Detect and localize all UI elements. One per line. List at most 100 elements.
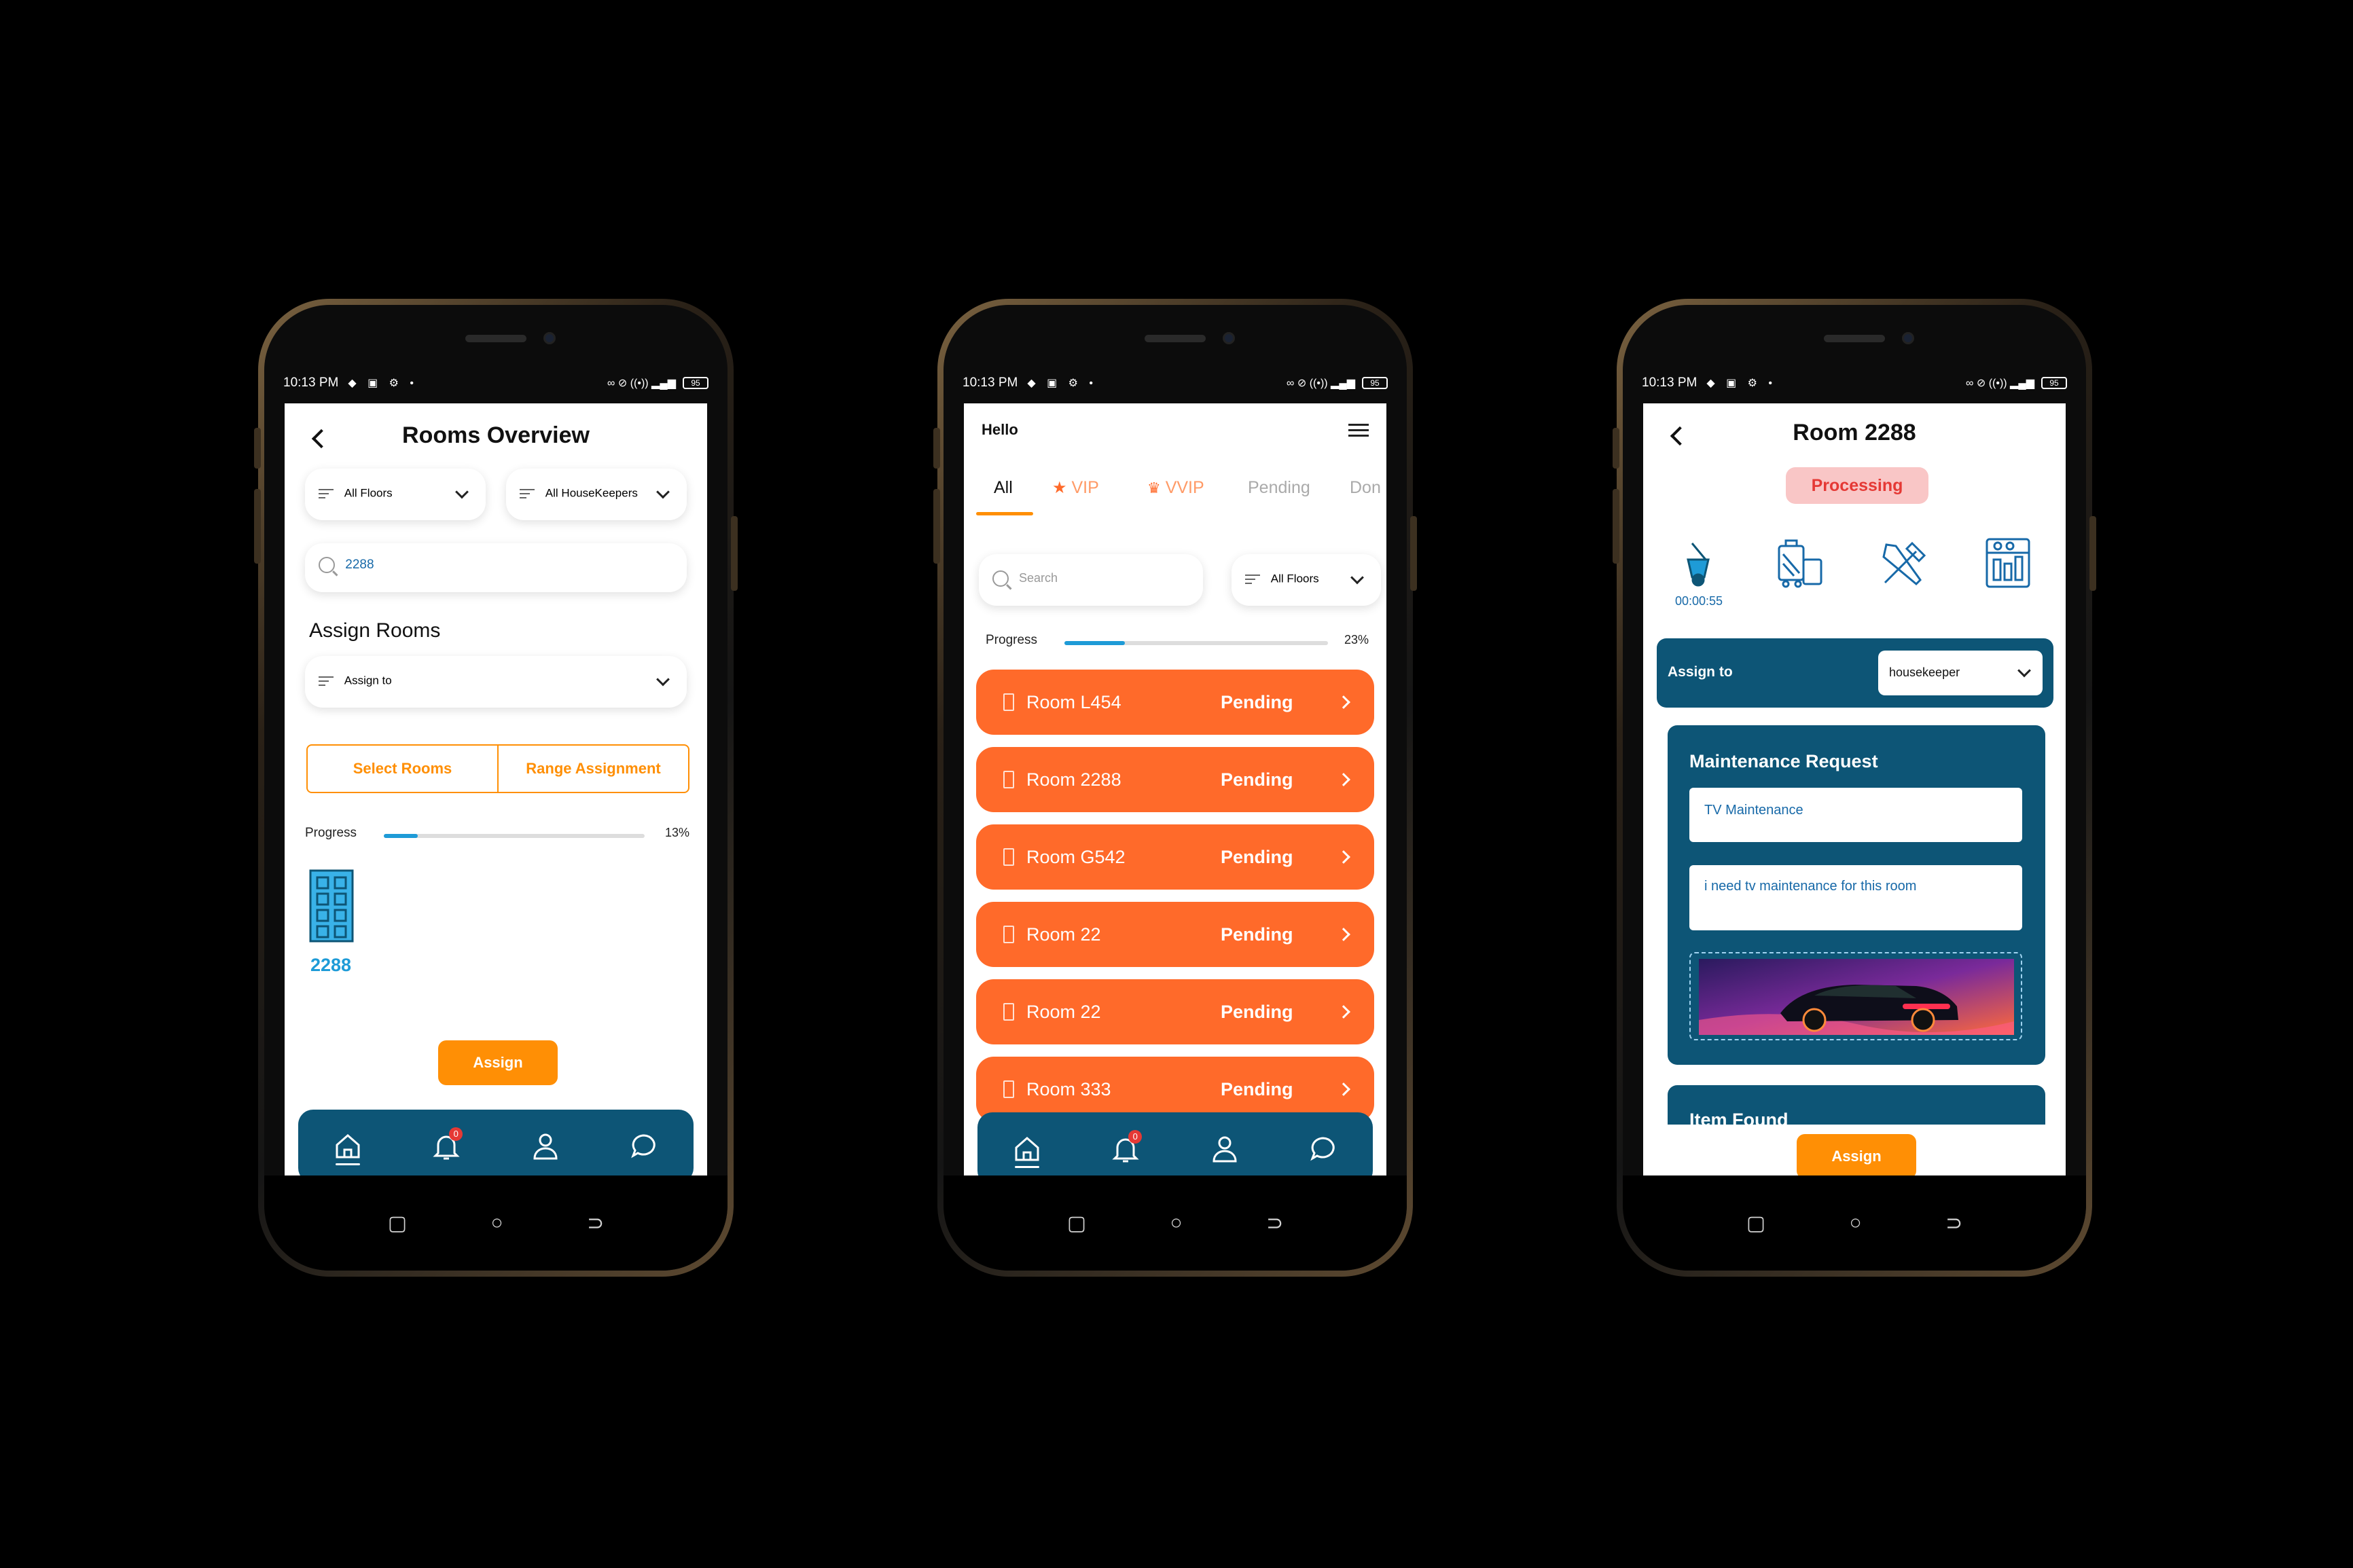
housekeeper-select-value: housekeeper (1889, 666, 1960, 679)
filter-icon (319, 674, 334, 689)
service-cleaning[interactable]: 00:00:55 (1672, 539, 1726, 608)
room-detail-screen: Room 2288 Processing 00:00:55 Assign to … (1643, 403, 2066, 1205)
rooms-overview-screen: Rooms Overview All Floors All HouseKeepe… (285, 403, 707, 1205)
star-icon: ★ (1052, 479, 1067, 497)
floor-filter-dropdown[interactable]: All Floors (305, 469, 486, 520)
user-icon (533, 1133, 558, 1160)
home-nav-icon[interactable]: ○ (1170, 1211, 1183, 1235)
battery-icon: 95 (1362, 377, 1388, 389)
service-minibar[interactable] (1983, 536, 2033, 593)
assign-to-placeholder: Assign to (344, 674, 392, 687)
room-status: Pending (1221, 924, 1293, 945)
service-maintenance[interactable] (1878, 536, 1931, 593)
range-assignment-button[interactable]: Range Assignment (499, 746, 688, 792)
chevron-down-icon (2017, 663, 2031, 678)
page-title: Rooms Overview (402, 422, 590, 448)
room-status: Pending (1221, 691, 1293, 712)
progress-bar (384, 834, 645, 838)
door-icon (1003, 693, 1014, 711)
recent-apps-icon[interactable]: ▢ (1746, 1211, 1765, 1235)
phone-frame-room-detail: 10:13 PM ◆ ▣ ⚙ • ∞ ⊘ ((•)) ▂▄▆ 95 Room 22… (1613, 299, 2096, 1277)
room-status: Pending (1221, 1078, 1293, 1099)
service-luggage[interactable] (1774, 536, 1827, 593)
tab-done[interactable]: Don (1350, 478, 1381, 498)
tools-icon (1882, 541, 1926, 586)
tab-home[interactable] (327, 1126, 368, 1167)
tab-notifications[interactable]: 0 (426, 1126, 467, 1167)
home-icon (1015, 1137, 1039, 1161)
chevron-right-icon (1337, 1082, 1350, 1096)
bottom-tab-bar: 0 (298, 1110, 694, 1183)
assign-button[interactable]: Assign (438, 1040, 558, 1085)
tab-profile[interactable] (525, 1126, 566, 1167)
select-rooms-button[interactable]: Select Rooms (308, 746, 499, 792)
notification-badge: 0 (449, 1127, 463, 1141)
floor-filter-value: All Floors (1270, 572, 1319, 585)
chevron-right-icon (1337, 1005, 1350, 1019)
progress-label: Progress (305, 826, 357, 840)
floor-filter-dropdown[interactable]: All Floors (1232, 554, 1381, 606)
search-input[interactable]: Search (979, 554, 1203, 606)
android-nav-bar: ▢ ○ ⊃ (1623, 1175, 2086, 1271)
search-input[interactable]: 2288 (305, 543, 687, 592)
room-row[interactable]: Room G542 Pending (976, 824, 1374, 890)
tab-notifications[interactable]: 0 (1105, 1129, 1146, 1169)
tab-pending[interactable]: Pending (1248, 478, 1310, 498)
housekeeper-select[interactable]: housekeeper (1878, 651, 2043, 695)
housekeeper-filter-dropdown[interactable]: All HouseKeepers (506, 469, 687, 520)
menu-icon[interactable] (1348, 424, 1369, 437)
room-row[interactable]: Room 22 Pending (976, 979, 1374, 1044)
tab-profile[interactable] (1204, 1129, 1245, 1169)
tab-home[interactable] (1007, 1129, 1047, 1169)
attached-photo[interactable] (1689, 952, 2022, 1040)
building-icon (309, 869, 354, 943)
room-tile[interactable] (309, 869, 357, 951)
maintenance-request-panel: Maintenance Request TV Maintenance i nee… (1668, 725, 2045, 1065)
door-icon (1003, 1003, 1014, 1021)
tab-messages[interactable] (1303, 1129, 1344, 1169)
maintenance-subject-field[interactable]: TV Maintenance (1689, 788, 2022, 842)
room-row[interactable]: Room 2288 Pending (976, 747, 1374, 812)
maintenance-description-field[interactable]: i need tv maintenance for this room (1689, 865, 2022, 930)
room-name: Room L454 (1026, 691, 1121, 712)
room-status: Pending (1221, 769, 1293, 790)
filter-icon (520, 486, 535, 501)
home-icon (336, 1134, 360, 1159)
door-icon (1003, 771, 1014, 788)
recent-apps-icon[interactable]: ▢ (388, 1211, 407, 1235)
status-badge: Processing (1786, 467, 1928, 504)
tab-vvip[interactable]: ♛ VVIP (1147, 478, 1204, 498)
car-photo-image (1699, 959, 2014, 1035)
room-name: Room 333 (1026, 1078, 1111, 1099)
bottom-tab-bar: 0 (977, 1112, 1373, 1186)
room-row[interactable]: Room 22 Pending (976, 902, 1374, 967)
chevron-down-icon (455, 485, 469, 499)
battery-icon: 95 (683, 377, 708, 389)
crown-icon: ♛ (1147, 479, 1161, 496)
tab-all[interactable]: All (994, 478, 1013, 498)
filter-icon (1245, 572, 1260, 587)
assign-to-dropdown[interactable]: Assign to (305, 656, 687, 708)
phone-frame-rooms-overview: 10:13 PM ◆ ▣ ⚙ • ∞ ⊘ ((•)) ▂▄▆ 95 Rooms O… (254, 299, 738, 1277)
chevron-down-icon (656, 485, 670, 499)
tab-vip[interactable]: ★ VIP (1052, 478, 1099, 498)
tab-messages[interactable] (624, 1126, 664, 1167)
room-status: Pending (1221, 846, 1293, 867)
maintenance-title: Maintenance Request (1689, 751, 1878, 771)
back-nav-icon[interactable]: ⊃ (1945, 1211, 1962, 1235)
search-icon (319, 557, 335, 573)
assign-to-panel: Assign to housekeeper (1657, 638, 2053, 708)
back-nav-icon[interactable]: ⊃ (587, 1211, 604, 1235)
assign-button[interactable]: Assign (1797, 1134, 1916, 1179)
home-nav-icon[interactable]: ○ (1850, 1211, 1862, 1235)
assign-to-label: Assign to (1668, 664, 1733, 680)
chat-icon (631, 1134, 655, 1159)
home-nav-icon[interactable]: ○ (491, 1211, 503, 1235)
search-icon (992, 570, 1009, 587)
room-row[interactable]: Room L454 Pending (976, 670, 1374, 735)
tab-done-label: Don (1350, 478, 1381, 497)
back-nav-icon[interactable]: ⊃ (1266, 1211, 1283, 1235)
progress-label: Progress (986, 633, 1038, 647)
status-time: 10:13 PM (1642, 376, 1698, 390)
recent-apps-icon[interactable]: ▢ (1067, 1211, 1086, 1235)
